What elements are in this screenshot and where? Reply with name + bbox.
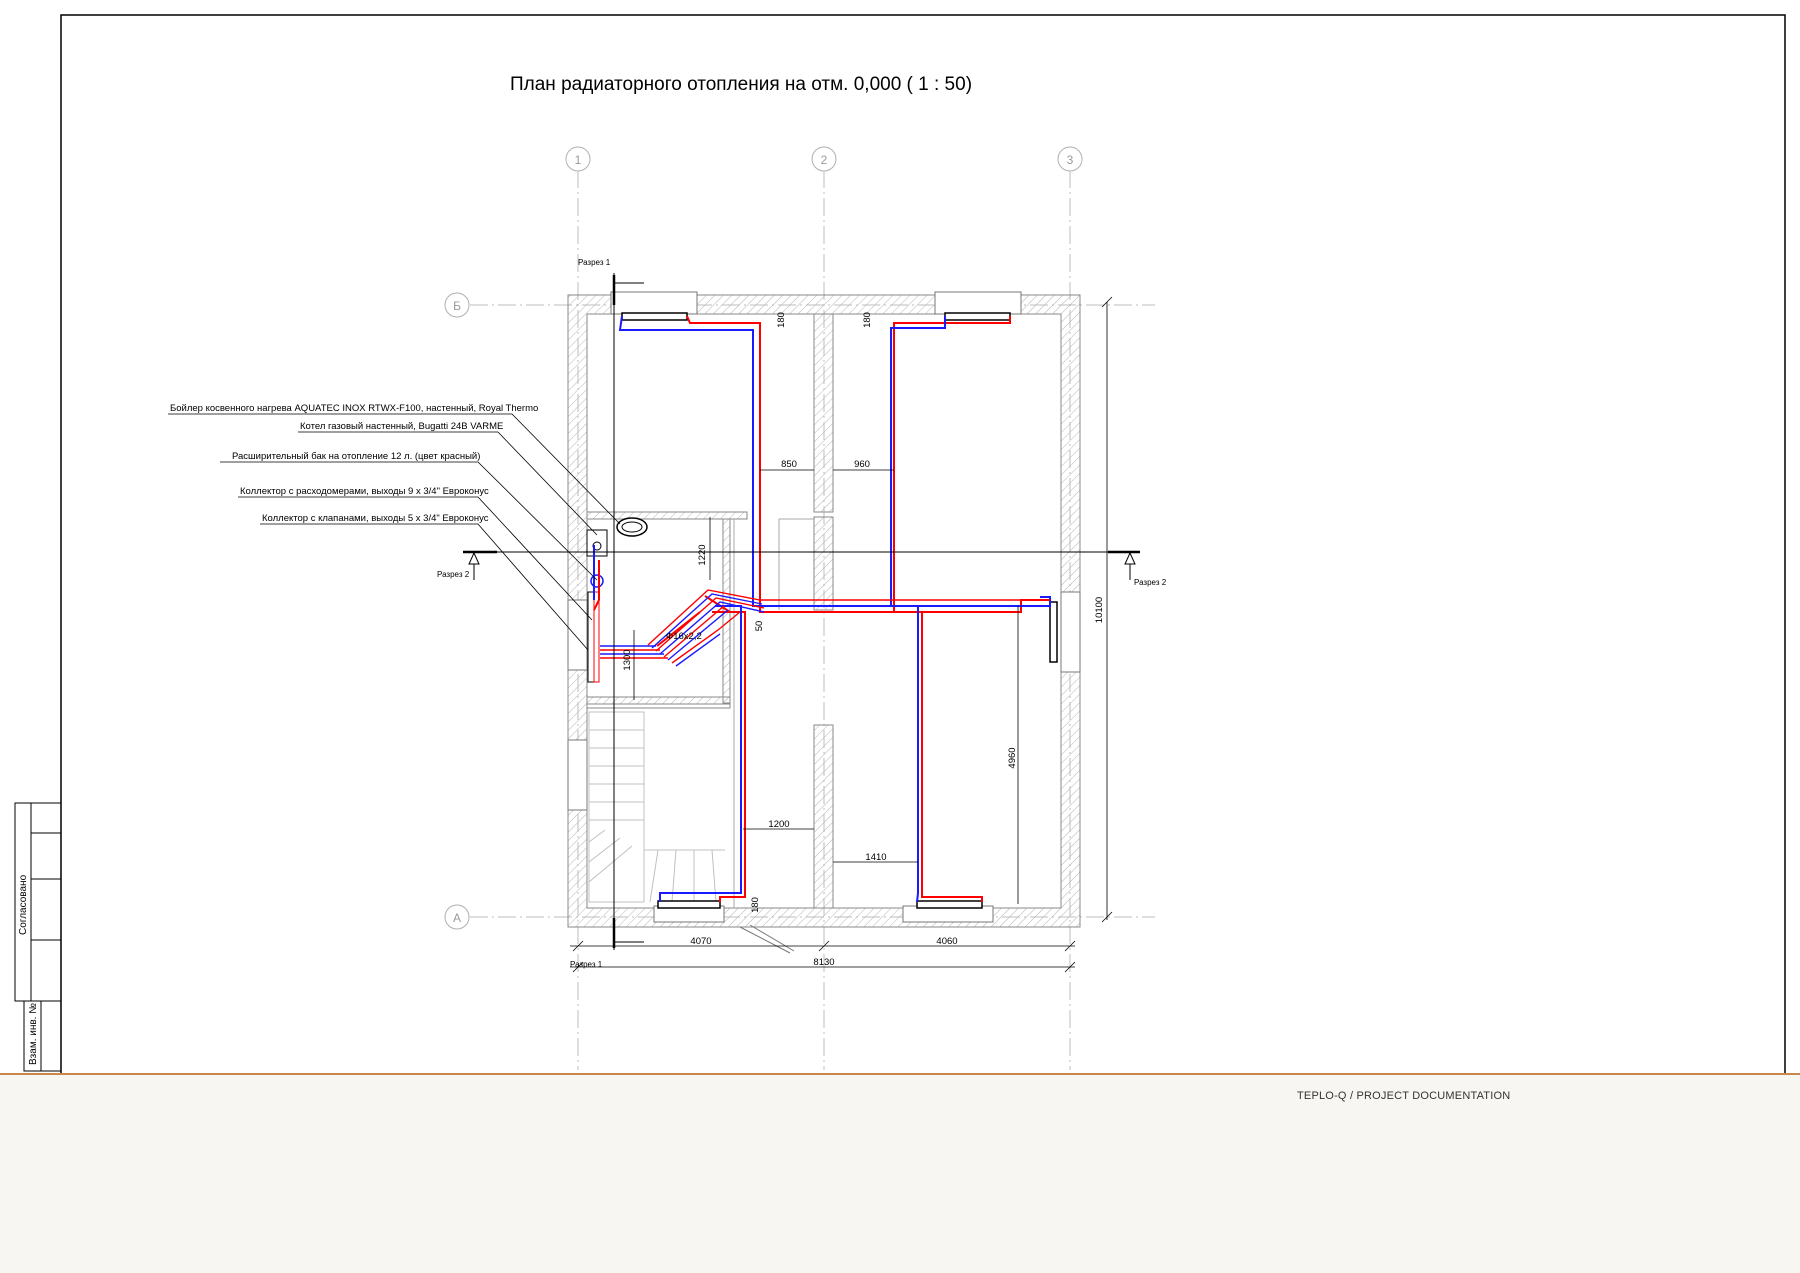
drawing-sheet: План радиаторного отопления на отм. 0,00… bbox=[0, 0, 1800, 1075]
drawing-title: План радиаторного отопления на отм. 0,00… bbox=[510, 74, 972, 95]
callout-collector-flowmeters: Коллектор с расходомерами, выходы 9 х 3/… bbox=[240, 486, 489, 497]
dim-180-c: 180 bbox=[750, 897, 761, 913]
axis-label-3: 3 bbox=[1067, 153, 1074, 167]
callout-collector-valves: Коллектор с клапанами, выходы 5 х 3/4" Е… bbox=[262, 513, 489, 524]
expansion-tank bbox=[590, 574, 604, 588]
section-label-1-top: Разрез 1 bbox=[578, 258, 611, 267]
axis-label-1: 1 bbox=[575, 153, 582, 167]
callout-gas-boiler: Котел газовый настенный, Bugatti 24B VAR… bbox=[300, 421, 503, 432]
callouts: Бойлер косвенного нагрева AQUATEC INOX R… bbox=[170, 403, 538, 524]
dim-180-a: 180 bbox=[776, 312, 787, 328]
stamp-inv: Взам. инв. № bbox=[28, 1003, 39, 1065]
dim-4060: 4060 bbox=[936, 936, 957, 947]
dim-8130: 8130 bbox=[813, 957, 834, 968]
callout-expansion-tank: Расширительный бак на отопление 12 л. (ц… bbox=[232, 451, 480, 462]
callout-boiler: Бойлер косвенного нагрева AQUATEC INOX R… bbox=[170, 403, 538, 414]
pipe-label: Ф16х2,2 bbox=[666, 631, 702, 642]
door bbox=[739, 924, 795, 954]
section-label-2-right: Разрез 2 bbox=[1134, 578, 1167, 587]
callout-leaders bbox=[168, 413, 621, 651]
section-label-2-left: Разрез 2 bbox=[437, 570, 470, 579]
dim-4960: 4960 bbox=[1007, 747, 1018, 768]
dim-1410: 1410 bbox=[865, 852, 886, 863]
radiators bbox=[621, 312, 1058, 909]
dim-4070: 4070 bbox=[690, 936, 711, 947]
dim-1220: 1220 bbox=[697, 544, 708, 565]
axis-label-2: 2 bbox=[821, 153, 828, 167]
axis-label-b: Б bbox=[453, 299, 461, 313]
dim-960: 960 bbox=[854, 459, 870, 470]
axis-label-a: А bbox=[453, 911, 461, 925]
section-label-1-bottom: Разрез 1 bbox=[570, 960, 603, 969]
dim-1200: 1200 bbox=[768, 819, 789, 830]
dimension-lines bbox=[570, 296, 1113, 973]
dim-50: 50 bbox=[754, 621, 765, 632]
dim-1300: 1300 bbox=[622, 649, 633, 670]
axis-markers: 1 2 3 Б А bbox=[444, 146, 1083, 930]
stamp-labels: Согласовано Взам. инв. № bbox=[18, 874, 39, 1065]
stamp-agreed: Согласовано bbox=[18, 874, 29, 935]
dim-850: 850 bbox=[781, 459, 797, 470]
dim-180-b: 180 bbox=[862, 312, 873, 328]
heating-plan: План радиаторного отопления на отм. 0,00… bbox=[14, 14, 1786, 1073]
staircase bbox=[588, 711, 725, 903]
dim-10100: 10100 bbox=[1094, 597, 1105, 623]
footer-caption: TEPLO-Q / PROJECT DOCUMENTATION bbox=[1297, 1090, 1511, 1102]
